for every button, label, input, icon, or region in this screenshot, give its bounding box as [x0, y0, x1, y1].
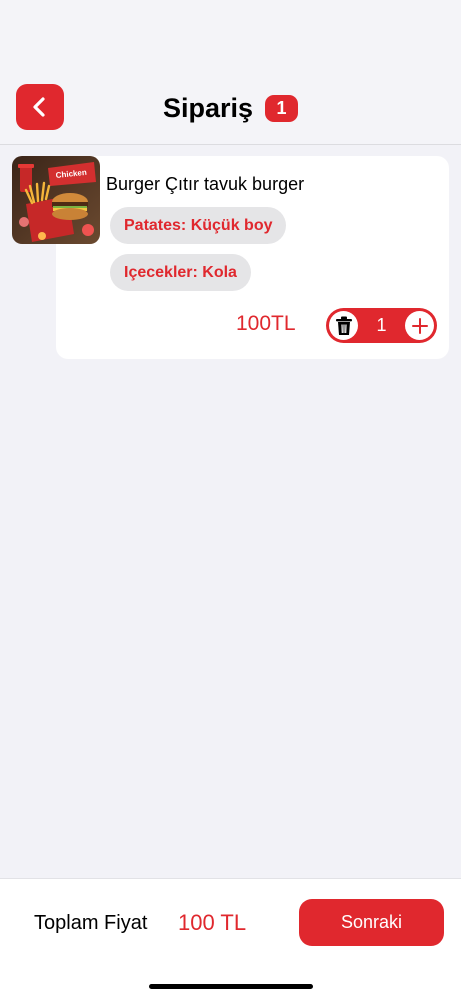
home-indicator: [149, 984, 313, 989]
delete-item-button[interactable]: [329, 311, 358, 340]
next-button[interactable]: Sonraki: [299, 899, 444, 946]
quantity-value: 1: [376, 315, 387, 335]
total-label: Toplam Fiyat: [34, 912, 148, 934]
cart-count-badge: 1: [265, 94, 299, 122]
item-price: 100TL: [236, 312, 296, 335]
trash-icon: [335, 316, 352, 335]
option-chip-fries: Patates: Küçük boy: [110, 207, 287, 244]
page-title: Sipariş: [162, 92, 254, 123]
product-image: Chicken: [12, 156, 100, 244]
quantity-stepper: 1: [326, 308, 437, 343]
option-chip-drink: Içecekler: Kola: [110, 254, 251, 291]
header-bar: Sipariş 1: [0, 0, 461, 145]
increment-button[interactable]: [405, 311, 434, 340]
total-value: 100 TL: [178, 910, 247, 935]
title-group: Sipariş 1: [0, 88, 461, 128]
plus-icon: [411, 317, 428, 334]
product-name: Burger Çıtır tavuk burger: [106, 174, 305, 194]
